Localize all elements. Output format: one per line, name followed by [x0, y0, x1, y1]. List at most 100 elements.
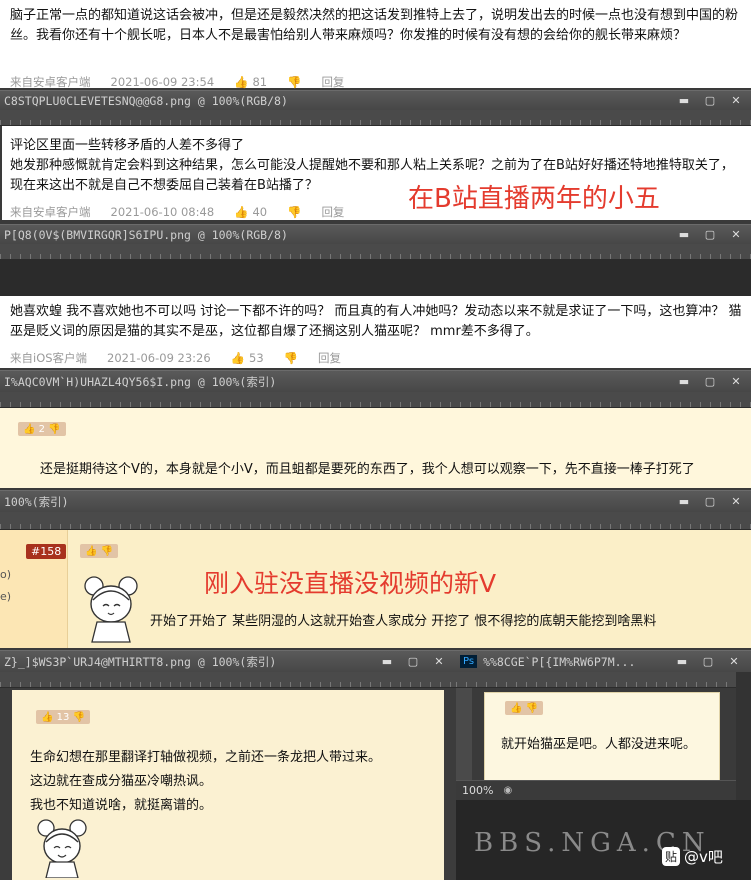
maximize-icon[interactable]: ▢	[697, 375, 723, 389]
close-icon[interactable]: ✕	[723, 495, 749, 509]
comment-1: 脑子正常一点的都知道说这话会被冲，但是还是毅然决然的把这话发到推特上去了，说明发…	[0, 0, 751, 90]
chibi-avatar-icon	[84, 576, 138, 643]
ps-ruler	[456, 672, 736, 688]
ps-window-5-titlebar[interactable]: Z}_]$WS3P`URJ4@MTHIRTT8.png @ 100%(索引) ▬…	[0, 650, 456, 672]
thumb-down-icon: 👎	[97, 545, 114, 557]
window-controls: ▬ ▢ ✕	[671, 225, 749, 244]
comment-date: 2021-06-09 23:54	[110, 75, 215, 89]
thumb-up-icon[interactable]: 👍	[231, 351, 245, 365]
overlay-caption: 在B站直播两年的小五	[408, 184, 660, 214]
close-icon[interactable]: ✕	[721, 655, 747, 669]
thumb-up-icon: 👍	[510, 702, 523, 714]
minimize-icon[interactable]: ▬	[671, 375, 697, 389]
comment-2: 评论区里面一些转移矛盾的人差不多得了 她发那种感慨就肯定会料到这种结果，怎么可能…	[2, 126, 751, 220]
ps-window-4-title: 100%(索引)	[4, 494, 69, 509]
ps-window-3-title: I%AQC0VM`H)UHAZL4QY56$I.png @ 100%(索引)	[4, 374, 277, 389]
thumb-down-icon[interactable]: 👎	[287, 75, 301, 89]
nga-post-3-line-2: 这边就在查成分猫巫冷嘲热讽。	[30, 774, 213, 789]
comment-1-meta: 来自安卓客户端 2021-06-09 23:54 👍 81 👎 回复	[10, 74, 344, 90]
ps-window-6-titlebar[interactable]: Ps %%8CGE`P[{IM%RW6P7M... ▬ ▢ ✕	[456, 650, 751, 672]
minimize-icon[interactable]: ▬	[671, 94, 697, 108]
minimize-icon[interactable]: ▬	[671, 228, 697, 242]
close-icon[interactable]: ✕	[723, 94, 749, 108]
maximize-icon[interactable]: ▢	[697, 94, 723, 108]
nga-post-3: 👍 13 👎 生命幻想在那里翻译打轴做视频，之前还一条龙把人带过来。 这边就在查…	[12, 690, 444, 880]
sidebar-text-1: o)	[0, 568, 12, 581]
ps-window-4-titlebar[interactable]: 100%(索引) ▬ ▢ ✕	[0, 490, 751, 512]
zoom-level[interactable]: 100%	[462, 784, 493, 797]
ps-window-2-title: P[Q8(0V$(BMVIRGQR]S6IPU.png @ 100%(RGB/8…	[4, 227, 288, 242]
thumb-up-icon[interactable]: 👍	[234, 205, 248, 219]
corner-logo-text: @v吧	[684, 848, 723, 866]
minimize-icon[interactable]: ▬	[374, 655, 400, 669]
ps-app-icon: Ps	[460, 655, 478, 668]
overlay-caption: 刚入驻没直播没视频的新V	[204, 569, 497, 598]
nga-post-4: 👍 👎 就开始猫巫是吧。人都没进来呢。	[484, 692, 720, 782]
ps-window-2-titlebar[interactable]: P[Q8(0V$(BMVIRGQR]S6IPU.png @ 100%(RGB/8…	[0, 224, 751, 244]
ps-window-1-title: C8STQPLU0CLEVETESNQ@@G8.png @ 100%(RGB/8…	[4, 93, 288, 108]
comment-3-text: 她喜欢蝗 我不喜欢她也不可以吗 讨论一下都不许的吗？ 而且真的有人冲她吗？发动态…	[10, 304, 742, 339]
window-controls: ▬ ▢ ✕	[374, 651, 452, 672]
ps-canvas-dark	[0, 260, 751, 296]
ps-window-1-titlebar[interactable]: C8STQPLU0CLEVETESNQ@@G8.png @ 100%(RGB/8…	[0, 90, 751, 110]
maximize-icon[interactable]: ▢	[695, 655, 721, 669]
comment-date: 2021-06-10 08:48	[110, 205, 215, 219]
window-controls: ▬ ▢ ✕	[671, 91, 749, 110]
status-info-icon[interactable]: ◉	[503, 785, 512, 796]
ps-window-5-title: Z}_]$WS3P`URJ4@MTHIRTT8.png @ 100%(索引)	[4, 654, 277, 669]
close-icon[interactable]: ✕	[426, 655, 452, 669]
thumb-up-icon[interactable]: 👍	[234, 75, 248, 89]
nga-post-1: 👍 2 👎 还是挺期待这个V的，本身就是个小V，而且蛆都是要死的东西了，我个人想…	[0, 408, 751, 488]
thumb-down-icon: 👎	[69, 711, 86, 723]
ps-window-6-title: %%8CGE`P[{IM%RW6P7M...	[483, 654, 636, 669]
ps-ruler	[0, 244, 751, 260]
thumb-up-icon: 👍	[41, 711, 57, 723]
like-badge[interactable]: 👍 13 👎	[36, 710, 91, 724]
tieba-icon: 贴	[662, 847, 681, 866]
like-badge[interactable]: 👍 👎	[80, 544, 119, 558]
thumb-down-icon[interactable]: 👎	[284, 351, 298, 365]
comment-1-text: 脑子正常一点的都知道说这话会被冲，但是还是毅然决然的把这话发到推特上去了，说明发…	[10, 8, 739, 43]
nga-post-2-text: 开始了开始了 某些阴湿的人这就开始查人家成分 开挖了 恨不得挖的底朝天能挖到啥黑…	[150, 614, 657, 629]
maximize-icon[interactable]: ▢	[697, 228, 723, 242]
like-badge[interactable]: 👍 👎	[505, 701, 544, 715]
reply-button[interactable]: 回复	[321, 204, 344, 220]
thumb-down-icon[interactable]: 👎	[287, 205, 301, 219]
ps-ruler	[0, 672, 456, 688]
maximize-icon[interactable]: ▢	[400, 655, 426, 669]
like-count: 13	[56, 711, 70, 723]
nga-post-1-text: 还是挺期待这个V的，本身就是个小V，而且蛆都是要死的东西了，我个人想可以观察一下…	[40, 462, 695, 477]
maximize-icon[interactable]: ▢	[697, 495, 723, 509]
avatar	[80, 572, 142, 644]
avatar	[34, 816, 90, 879]
like-count: 40	[252, 205, 268, 219]
reply-button[interactable]: 回复	[318, 350, 341, 366]
chibi-avatar-icon	[37, 819, 87, 879]
window-controls: ▬ ▢ ✕	[671, 371, 749, 392]
like-count: 53	[249, 351, 264, 365]
close-icon[interactable]: ✕	[723, 228, 749, 242]
nga-post-3-line-3: 我也不知道说啥，就挺离谱的。	[30, 798, 213, 813]
window-controls: ▬ ▢ ✕	[669, 651, 747, 672]
ps-window-3-titlebar[interactable]: I%AQC0VM`H)UHAZL4QY56$I.png @ 100%(索引) ▬…	[0, 370, 751, 392]
reply-button[interactable]: 回复	[321, 74, 344, 90]
ps-window-6: Ps %%8CGE`P[{IM%RW6P7M... ▬ ▢ ✕ 👍 👎 就开始猫…	[456, 650, 751, 880]
corner-logo: 贴 @v吧	[662, 846, 723, 867]
ps-ruler	[0, 392, 751, 408]
minimize-icon[interactable]: ▬	[669, 655, 695, 669]
floor-number: #158	[26, 544, 67, 559]
minimize-icon[interactable]: ▬	[671, 495, 697, 509]
scrollbar[interactable]	[736, 672, 751, 800]
like-badge[interactable]: 👍 2 👎	[18, 422, 66, 436]
ps-ruler	[0, 512, 751, 530]
thumb-down-icon: 👎	[522, 702, 539, 714]
comment-source: 来自iOS客户端	[10, 351, 88, 365]
comment-date: 2021-06-09 23:26	[107, 351, 211, 365]
thumb-up-icon: 👍	[85, 545, 98, 557]
thumb-up-icon: 👍	[23, 423, 39, 435]
comment-3: 她喜欢蝗 我不喜欢她也不可以吗 讨论一下都不许的吗？ 而且真的有人冲她吗？发动态…	[0, 296, 751, 368]
ps-ruler	[0, 110, 751, 126]
comment-source: 来自安卓客户端	[10, 75, 91, 89]
close-icon[interactable]: ✕	[723, 375, 749, 389]
thumb-down-icon: 👎	[45, 423, 61, 435]
